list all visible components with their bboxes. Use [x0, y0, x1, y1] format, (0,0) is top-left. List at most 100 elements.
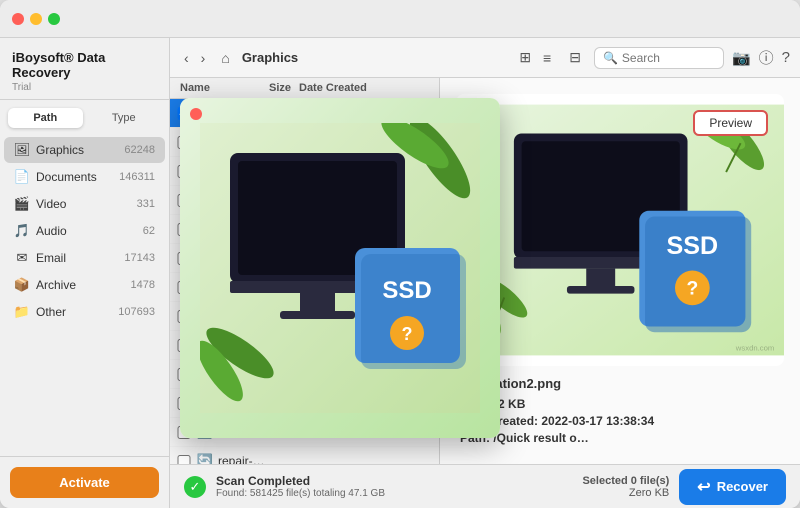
path-value: /Quick result o…: [493, 431, 588, 445]
toolbar-location: Graphics: [242, 50, 507, 65]
selected-count: Selected 0 file(s): [582, 475, 669, 487]
list-view-button[interactable]: ≡: [538, 47, 556, 68]
file-list-header: Name Size Date Created: [170, 78, 439, 99]
app-title: iBoysoft® Data Recovery: [12, 50, 157, 80]
toolbar: ‹ › ⌂ Graphics ⊞ ≡ ⊟ 🔍 📷 ⓘ ?: [170, 38, 800, 78]
bottom-bar: ✓ Scan Completed Found: 581425 file(s) t…: [170, 464, 800, 508]
sidebar-bottom: Activate: [0, 456, 169, 508]
popup-inner: SSD ?: [180, 98, 500, 438]
file-checkbox[interactable]: [176, 455, 192, 465]
archive-icon: 📦: [14, 277, 30, 293]
sidebar: iBoysoft® Data Recovery Trial Path Type …: [0, 38, 170, 508]
sidebar-label-graphics: Graphics: [36, 143, 124, 157]
sidebar-item-archive[interactable]: 📦 Archive 1478: [4, 272, 165, 298]
main-content: ‹ › ⌂ Graphics ⊞ ≡ ⊟ 🔍 📷 ⓘ ?: [170, 38, 800, 508]
traffic-lights: [12, 13, 60, 25]
selected-size: Zero KB: [582, 487, 669, 499]
scan-info: Scan Completed Found: 581425 file(s) tot…: [216, 474, 572, 499]
sidebar-count-audio: 62: [143, 225, 155, 237]
sidebar-label-video: Video: [36, 197, 137, 211]
sidebar-label-archive: Archive: [36, 278, 131, 292]
scan-complete-icon: ✓: [184, 476, 206, 498]
svg-text:?: ?: [686, 279, 698, 300]
sidebar-item-documents[interactable]: 📄 Documents 146311: [4, 164, 165, 190]
video-icon: 🎬: [14, 196, 30, 212]
back-button[interactable]: ‹: [180, 48, 193, 68]
email-icon: ✉: [14, 250, 30, 266]
camera-button[interactable]: 📷: [732, 47, 751, 68]
scan-title: Scan Completed: [216, 474, 572, 488]
selected-info: Selected 0 file(s) Zero KB: [582, 475, 669, 499]
app-window: iBoysoft® Data Recovery Trial Path Type …: [0, 0, 800, 508]
maximize-button[interactable]: [48, 13, 60, 25]
sidebar-count-documents: 146311: [119, 171, 155, 183]
sidebar-count-archive: 1478: [131, 279, 155, 291]
tab-type[interactable]: Type: [87, 108, 162, 128]
sidebar-count-email: 17143: [124, 252, 155, 264]
app-trial-label: Trial: [12, 82, 157, 93]
preview-filename: illustration2.png: [460, 376, 780, 391]
preview-path: Path: /Quick result o…: [460, 431, 780, 445]
documents-icon: 📄: [14, 169, 30, 185]
toolbar-right-icons: 📷 ⓘ ?: [732, 47, 790, 68]
svg-text:wsxdn.com: wsxdn.com: [735, 344, 775, 353]
sidebar-item-other[interactable]: 📁 Other 107693: [4, 299, 165, 325]
sidebar-label-documents: Documents: [36, 170, 119, 184]
popup-window: SSD ?: [180, 98, 500, 438]
view-buttons: ⊞ ≡: [514, 47, 556, 68]
preview-size: Size: 12 KB: [460, 397, 780, 411]
sidebar-item-audio[interactable]: 🎵 Audio 62: [4, 218, 165, 244]
toolbar-nav: ‹ ›: [180, 48, 209, 68]
file-name: repair-…: [218, 454, 267, 464]
col-header-date: Date Created: [299, 82, 409, 94]
sidebar-item-email[interactable]: ✉ Email 17143: [4, 245, 165, 271]
sidebar-header: iBoysoft® Data Recovery Trial: [0, 38, 169, 100]
col-header-size: Size: [231, 82, 291, 94]
search-input[interactable]: [622, 51, 712, 65]
info-button[interactable]: ⓘ: [759, 47, 774, 68]
forward-button[interactable]: ›: [197, 48, 210, 68]
scan-details: Found: 581425 file(s) totaling 47.1 GB: [216, 488, 572, 499]
other-icon: 📁: [14, 304, 30, 320]
home-button[interactable]: ⌂: [217, 48, 233, 68]
titlebar: [0, 0, 800, 38]
sidebar-count-other: 107693: [118, 306, 155, 318]
tab-path[interactable]: Path: [8, 108, 83, 128]
filter-button[interactable]: ⊟: [564, 47, 586, 68]
sidebar-item-video[interactable]: 🎬 Video 331: [4, 191, 165, 217]
sidebar-items: 🖼 Graphics 62248 📄 Documents 146311 🎬 Vi…: [0, 132, 169, 456]
date-value: 2022-03-17 13:38:34: [541, 414, 654, 428]
recover-button[interactable]: ↩ Recover: [679, 469, 786, 505]
sidebar-label-audio: Audio: [36, 224, 143, 238]
preview-date: Date Created: 2022-03-17 13:38:34: [460, 414, 780, 428]
sidebar-tabs: Path Type: [0, 100, 169, 132]
close-button[interactable]: [12, 13, 24, 25]
recover-label: Recover: [717, 479, 768, 494]
sidebar-label-email: Email: [36, 251, 124, 265]
help-button[interactable]: ?: [782, 47, 790, 68]
table-row[interactable]: 🔄 repair-…: [170, 447, 439, 464]
grid-view-button[interactable]: ⊞: [514, 47, 536, 68]
audio-icon: 🎵: [14, 223, 30, 239]
popup-illustration: SSD ?: [200, 123, 480, 413]
svg-text:SSD: SSD: [667, 232, 719, 260]
main-layout: iBoysoft® Data Recovery Trial Path Type …: [0, 38, 800, 508]
graphics-icon: 🖼: [14, 142, 30, 158]
minimize-button[interactable]: [30, 13, 42, 25]
sidebar-count-video: 331: [137, 198, 155, 210]
svg-text:?: ?: [402, 324, 413, 344]
col-header-name: Name: [180, 82, 231, 94]
svg-text:SSD: SSD: [382, 277, 431, 304]
activate-button[interactable]: Activate: [10, 467, 159, 498]
file-icon: 🔄: [196, 452, 214, 464]
search-box: 🔍: [594, 47, 724, 69]
sidebar-label-other: Other: [36, 305, 118, 319]
recover-icon: ↩: [697, 477, 710, 497]
content-area: Name Size Date Created 🖼 illustration2.p…: [170, 78, 800, 464]
preview-button[interactable]: Preview: [693, 110, 768, 136]
sidebar-count-graphics: 62248: [124, 144, 155, 156]
search-icon: 🔍: [603, 51, 618, 65]
preview-info: illustration2.png Size: 12 KB Date Creat…: [456, 376, 784, 448]
sidebar-item-graphics[interactable]: 🖼 Graphics 62248: [4, 137, 165, 163]
popup-close-dot[interactable]: [190, 108, 202, 120]
